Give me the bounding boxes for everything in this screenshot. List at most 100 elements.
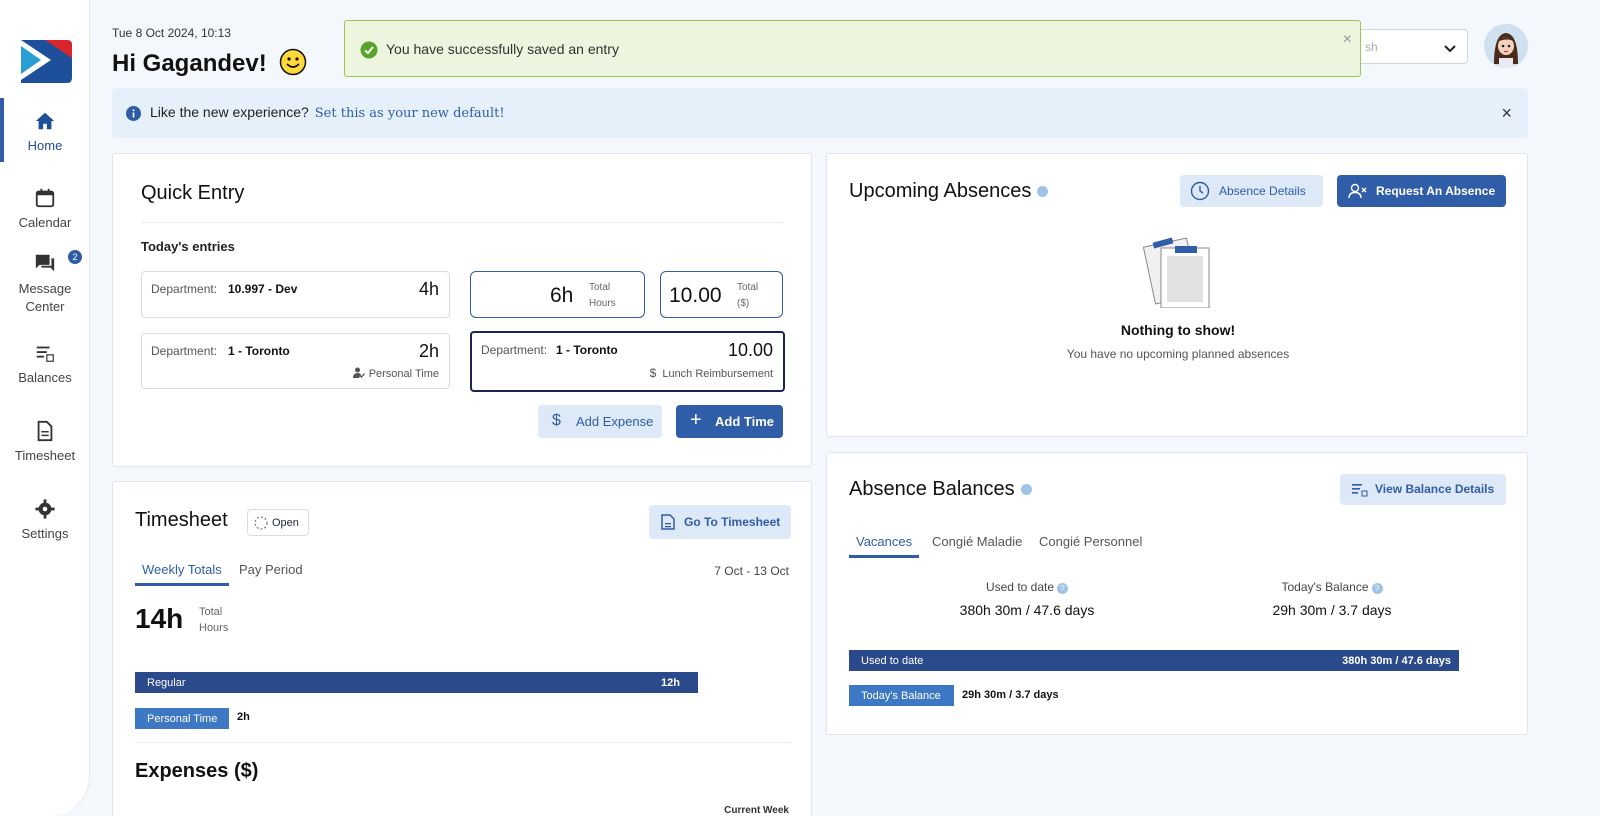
banner-question: Like the new experience? bbox=[150, 104, 309, 120]
balances-icon bbox=[1352, 484, 1368, 497]
gear-icon bbox=[35, 499, 55, 519]
nav-timesheet[interactable]: Timesheet bbox=[0, 420, 90, 463]
divider bbox=[135, 742, 791, 743]
bar-value: 12h bbox=[661, 677, 680, 689]
upcoming-absences-title-text: Upcoming Absences bbox=[849, 180, 1032, 202]
entry-dept-label: Department: bbox=[151, 344, 218, 358]
nav-calendar-label: Calendar bbox=[18, 215, 72, 230]
entry-card-dev[interactable]: Department: 10.997 - Dev 4h bbox=[141, 271, 450, 318]
empty-title: Nothing to show! bbox=[1120, 322, 1236, 338]
sidebar: Home Calendar 2 Message Center Balances … bbox=[0, 0, 90, 816]
todays-balance-label-text: Today's Balance bbox=[1281, 580, 1369, 594]
total-hours-label-1: Total bbox=[589, 282, 611, 293]
nav-home-label: Home bbox=[27, 138, 63, 153]
current-date: Tue 8 Oct 2024, 10:13 bbox=[112, 26, 231, 40]
todays-balance-bar: Today's Balance bbox=[849, 685, 954, 706]
banner-text: Like the new experience? Set this as your… bbox=[150, 104, 505, 121]
view-balance-details-label: View Balance Details bbox=[1375, 482, 1495, 496]
tab-pay-period[interactable]: Pay Period bbox=[239, 562, 303, 583]
chevron-down-icon bbox=[1444, 45, 1456, 53]
total-hours-box: 6h Total Hours bbox=[470, 271, 645, 318]
bar-label: Today's Balance bbox=[861, 690, 941, 702]
regular-hours-bar: Regular 12h bbox=[135, 672, 698, 693]
entry-type: $ Lunch Reimbursement bbox=[650, 366, 773, 380]
nav-home[interactable]: Home bbox=[0, 98, 90, 162]
nav-message-center[interactable]: 2 Message Center bbox=[0, 250, 90, 316]
entry-type-label: Lunch Reimbursement bbox=[662, 368, 773, 380]
status-badge: Open bbox=[247, 509, 309, 536]
used-to-date-label: Used to date? bbox=[927, 580, 1127, 594]
add-expense-label: Add Expense bbox=[576, 414, 654, 429]
clock-icon bbox=[1190, 181, 1210, 201]
timesheet-card: Timesheet Open Go To Timesheet Weekly To… bbox=[112, 481, 812, 816]
request-absence-button[interactable]: Request An Absence bbox=[1337, 175, 1506, 207]
tab-weekly-totals[interactable]: Weekly Totals bbox=[135, 562, 229, 586]
absence-details-button[interactable]: Absence Details bbox=[1180, 175, 1323, 207]
nav-calendar[interactable]: Calendar bbox=[0, 187, 90, 230]
tab-conge-maladie[interactable]: Congié Maladie bbox=[932, 534, 1022, 555]
balances-icon bbox=[36, 346, 54, 362]
greeting: Hi Gagandev! bbox=[112, 48, 307, 78]
total-money-label-1: Total bbox=[737, 282, 759, 293]
avatar[interactable] bbox=[1484, 24, 1528, 68]
expenses-title: Expenses ($) bbox=[135, 760, 259, 782]
current-week-label: Current Week bbox=[724, 805, 789, 816]
nav-message-label-2: Center bbox=[25, 299, 65, 314]
chat-icon bbox=[35, 254, 55, 272]
entry-dept-label: Department: bbox=[151, 282, 218, 296]
bar-value: 380h 30m / 47.6 days bbox=[1342, 655, 1451, 667]
add-time-label: Add Time bbox=[715, 414, 774, 429]
request-absence-label: Request An Absence bbox=[1376, 184, 1496, 198]
used-to-date-bar: Used to date 380h 30m / 47.6 days bbox=[849, 650, 1459, 671]
document-icon bbox=[37, 420, 53, 442]
entry-card-lunch-selected[interactable]: Department: 1 - Toronto 10.00 $ Lunch Rei… bbox=[470, 331, 785, 392]
nav-balances[interactable]: Balances bbox=[0, 342, 90, 385]
upcoming-absences-title: Upcoming Absences bbox=[849, 180, 1049, 203]
quick-entry-title: Quick Entry bbox=[141, 182, 245, 204]
document-icon bbox=[661, 514, 675, 530]
home-icon bbox=[35, 112, 55, 130]
go-to-timesheet-label: Go To Timesheet bbox=[684, 515, 781, 529]
view-balance-details-button[interactable]: View Balance Details bbox=[1340, 474, 1506, 505]
nav-balances-label: Balances bbox=[18, 370, 72, 385]
set-default-link[interactable]: Set this as your new default! bbox=[315, 106, 505, 121]
dashed-circle-icon bbox=[254, 516, 268, 530]
tab-conge-personnel[interactable]: Congié Personnel bbox=[1039, 534, 1142, 555]
nav-settings[interactable]: Settings bbox=[0, 498, 90, 541]
success-toast: You have successfully saved an entry × bbox=[344, 20, 1361, 77]
used-to-date-label-text: Used to date bbox=[985, 580, 1055, 594]
language-value: sh bbox=[1365, 40, 1378, 54]
entry-amount: 2h bbox=[418, 341, 439, 361]
status-text: Open bbox=[272, 517, 299, 529]
entry-type-label: Personal Time bbox=[368, 368, 439, 380]
add-expense-button[interactable]: $ Add Expense bbox=[538, 405, 662, 438]
entry-amount: 10.00 bbox=[727, 340, 773, 360]
info-icon bbox=[1037, 186, 1049, 197]
language-select[interactable]: sh bbox=[1358, 29, 1468, 64]
personal-time-bar: Personal Time bbox=[135, 708, 229, 729]
entry-card-toronto-time[interactable]: Department: 1 - Toronto 2h Personal Time bbox=[141, 333, 450, 389]
dollar-icon: $ bbox=[552, 412, 561, 429]
absence-details-label: Absence Details bbox=[1219, 184, 1306, 198]
toast-close-button[interactable]: × bbox=[1343, 31, 1352, 49]
bar-label: Used to date bbox=[861, 655, 924, 667]
bar-label: Regular bbox=[147, 677, 186, 689]
entry-amount: 4h bbox=[418, 279, 439, 299]
total-money-box: 10.00 Total ($) bbox=[660, 271, 783, 318]
tab-vacances[interactable]: Vacances bbox=[849, 534, 920, 558]
total-hours-label-2: Hours bbox=[589, 298, 616, 309]
info-icon bbox=[1020, 484, 1032, 495]
empty-subtitle: You have no upcoming planned absences bbox=[1066, 347, 1290, 361]
upcoming-absences-card: Upcoming Absences Absence Details Reques… bbox=[826, 153, 1528, 437]
divider bbox=[141, 222, 783, 223]
bar-value: 2h bbox=[237, 711, 250, 723]
dollar-icon: $ bbox=[649, 366, 657, 380]
info-banner: Like the new experience? Set this as your… bbox=[112, 88, 1528, 138]
entry-dept-value: 1 - Toronto bbox=[556, 343, 618, 357]
banner-close-button[interactable]: × bbox=[1501, 103, 1512, 124]
go-to-timesheet-button[interactable]: Go To Timesheet bbox=[649, 505, 791, 539]
quick-entry-card: Quick Entry Today's entries Department: … bbox=[112, 153, 812, 467]
nav-message-label-1: Message bbox=[18, 281, 72, 296]
add-time-button[interactable]: + Add Time bbox=[676, 405, 783, 438]
nav-settings-label: Settings bbox=[21, 526, 69, 541]
